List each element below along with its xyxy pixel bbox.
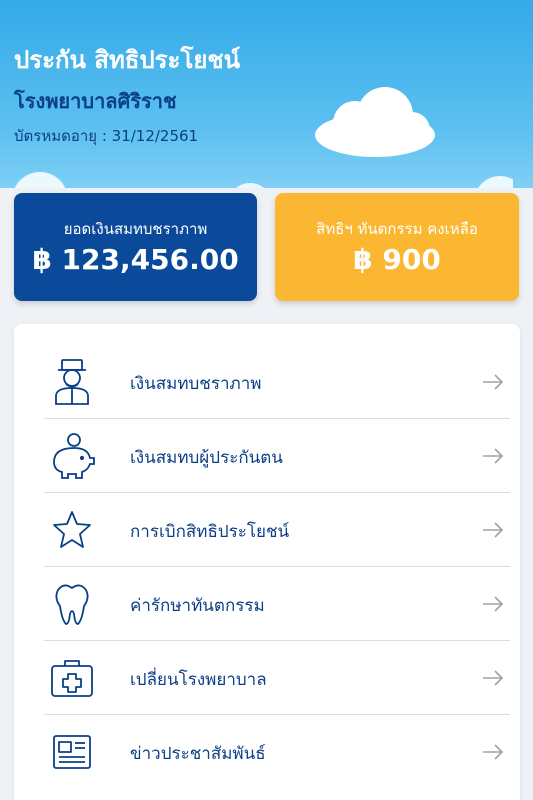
menu-item-news[interactable]: ข่าวประชาสัมพันธ์: [44, 714, 510, 788]
menu-item-label: เปลี่ยนโรงพยาบาล: [130, 670, 267, 690]
newspaper-icon: [53, 735, 91, 769]
arrow-right-icon: [483, 448, 504, 464]
arrow-right-icon: [483, 744, 504, 760]
menu-item-pension[interactable]: เงินสมทบชราภาพ: [44, 344, 510, 419]
menu-item-label: การเบิกสิทธิประโยชน์: [130, 522, 290, 542]
card-expiry: บัตรหมดอายุ : 31/12/2561: [14, 127, 199, 145]
arrow-right-icon: [483, 670, 504, 686]
menu-item-claim[interactable]: การเบิกสิทธิประโยชน์: [44, 492, 510, 567]
tooth-icon: [55, 584, 89, 625]
menu-item-change-hospital[interactable]: เปลี่ยนโรงพยาบาล: [44, 640, 510, 715]
menu-item-contribution[interactable]: เงินสมทบผู้ประกันตน: [44, 418, 510, 493]
pension-balance-label: ยอดเงินสมทบชราภาพ: [63, 220, 208, 238]
menu-item-label: เงินสมทบชราภาพ: [130, 374, 262, 394]
arrow-right-icon: [483, 374, 504, 390]
pension-balance-card[interactable]: ยอดเงินสมทบชราภาพ ฿ 123,456.00: [14, 193, 257, 301]
piggy-bank-icon: [53, 433, 95, 479]
arrow-right-icon: [483, 596, 504, 612]
menu-item-dental[interactable]: ค่ารักษาทันตกรรม: [44, 566, 510, 641]
hospital-name: โรงพยาบาลศิริราช: [14, 89, 177, 113]
dental-balance-label: สิทธิฯ ทันตกรรม คงเหลือ: [316, 220, 478, 238]
elderly-person-icon: [55, 359, 89, 405]
arrow-right-icon: [483, 522, 504, 538]
star-icon: [53, 511, 91, 548]
benefits-menu: เงินสมทบชราภาพ เงินสมทบผู้ประกันตน การเบ…: [14, 324, 520, 800]
header-banner: ประกัน สิทธิประโยชน์ โรงพยาบาลศิริราช บั…: [0, 0, 533, 215]
cloud-icon: [315, 87, 435, 157]
menu-item-label: เงินสมทบผู้ประกันตน: [130, 448, 283, 468]
first-aid-kit-icon: [51, 660, 93, 697]
pension-balance-value: ฿ 123,456.00: [32, 243, 239, 276]
dental-balance-card[interactable]: สิทธิฯ ทันตกรรม คงเหลือ ฿ 900: [275, 193, 519, 301]
dental-balance-value: ฿ 900: [353, 243, 441, 276]
menu-item-label: ข่าวประชาสัมพันธ์: [130, 744, 266, 764]
menu-item-label: ค่ารักษาทันตกรรม: [130, 596, 265, 616]
page-title: ประกัน สิทธิประโยชน์: [14, 46, 241, 74]
